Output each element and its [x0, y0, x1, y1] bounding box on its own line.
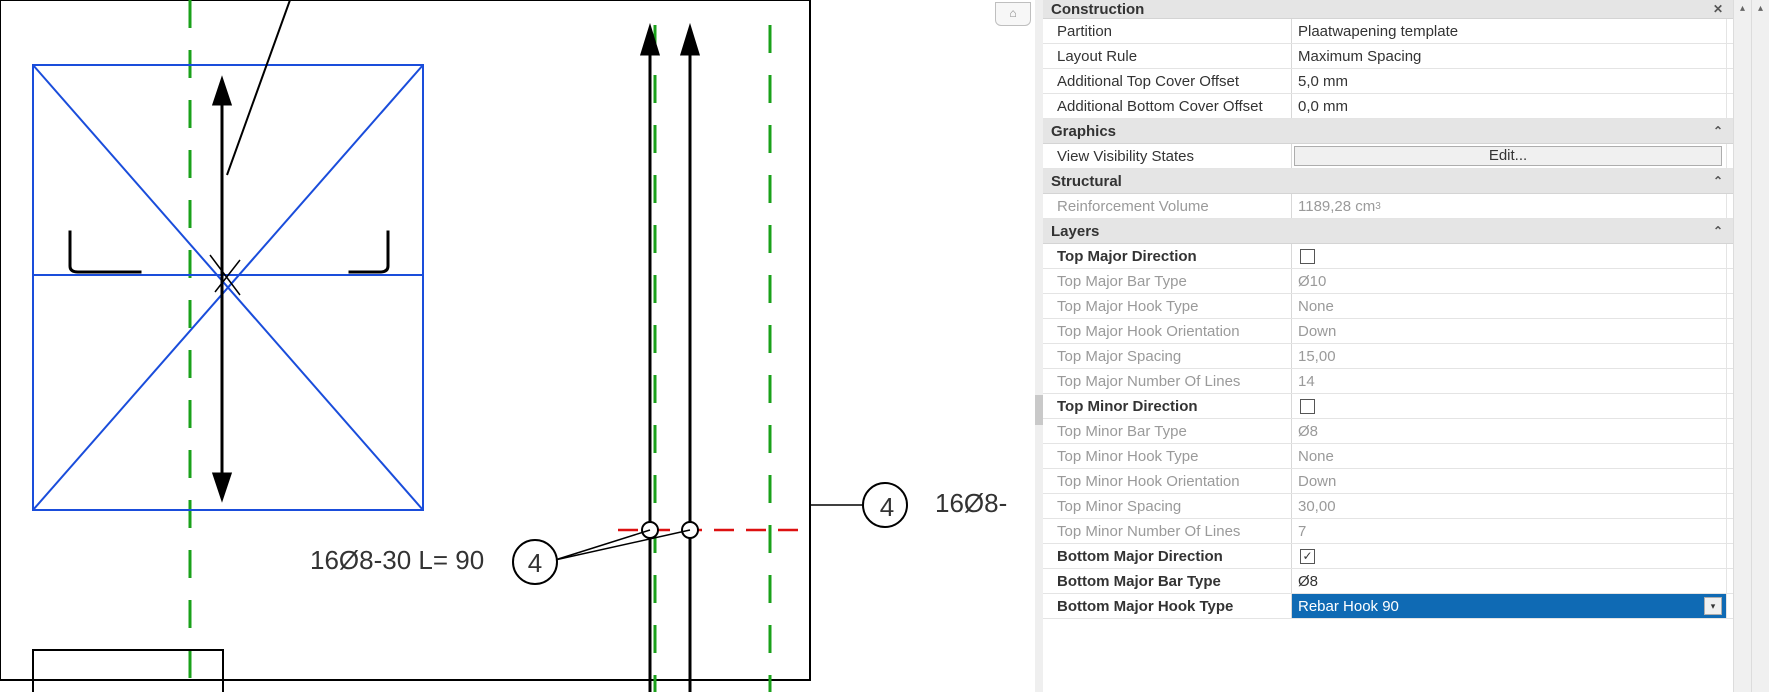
row-top-minor-hook-orientation: Top Minor Hook Orientation Down — [1043, 469, 1769, 494]
group-label: Graphics — [1051, 123, 1116, 140]
value-view-visibility: Edit... — [1292, 144, 1727, 168]
row-top-major-spacing: Top Major Spacing 15,00 — [1043, 344, 1769, 369]
label: Reinforcement Volume — [1043, 194, 1292, 218]
chevron-icon: ✕ — [1713, 2, 1723, 16]
panel-scrollbar-right-inner[interactable]: ▴ — [1733, 0, 1751, 692]
label: Additional Bottom Cover Offset — [1043, 94, 1292, 118]
row-top-major-bar-type: Top Major Bar Type Ø10 — [1043, 269, 1769, 294]
row-bottom-major-bar-type: Bottom Major Bar Type Ø8 — [1043, 569, 1769, 594]
value[interactable]: Ø10 — [1292, 269, 1727, 293]
label: Top Major Hook Orientation — [1043, 319, 1292, 343]
value[interactable]: 30,00 — [1292, 494, 1727, 518]
panel-scrollbar-left[interactable] — [1035, 0, 1043, 692]
row-top-major-hook-type: Top Major Hook Type None — [1043, 294, 1769, 319]
label: Bottom Major Direction — [1043, 544, 1292, 568]
value-partition[interactable]: Plaatwapening template — [1292, 19, 1727, 43]
group-label: Structural — [1051, 173, 1122, 190]
value[interactable]: 14 — [1292, 369, 1727, 393]
value[interactable]: Down — [1292, 319, 1727, 343]
row-top-major-direction: Top Major Direction — [1043, 244, 1769, 269]
label: Top Major Number Of Lines — [1043, 369, 1292, 393]
checkbox-unchecked[interactable] — [1300, 399, 1315, 414]
label: Layout Rule — [1043, 44, 1292, 68]
scroll-thumb[interactable] — [1035, 395, 1043, 425]
scroll-up-icon[interactable]: ▴ — [1734, 0, 1751, 18]
row-top-major-nlines: Top Major Number Of Lines 14 — [1043, 369, 1769, 394]
row-reinforcement-volume: Reinforcement Volume 1189,28 cm3 — [1043, 194, 1769, 219]
group-label: Construction — [1051, 1, 1144, 18]
value[interactable]: Down — [1292, 469, 1727, 493]
checkbox-checked[interactable]: ✓ — [1300, 549, 1315, 564]
label: Top Major Spacing — [1043, 344, 1292, 368]
group-header-construction[interactable]: Construction ✕ — [1043, 0, 1769, 19]
panel-scrollbar-right-outer[interactable]: ▴ — [1751, 0, 1769, 692]
edit-button[interactable]: Edit... — [1294, 146, 1722, 166]
value-top-major-direction[interactable] — [1292, 244, 1727, 268]
properties-panel: Construction ✕ Partition Plaatwapening t… — [1035, 0, 1769, 692]
checkbox-unchecked[interactable] — [1300, 249, 1315, 264]
value[interactable]: None — [1292, 294, 1727, 318]
label: Top Minor Direction — [1043, 394, 1292, 418]
label: Top Major Hook Type — [1043, 294, 1292, 318]
view-control-button[interactable]: ⌂ — [995, 2, 1031, 26]
group-label: Layers — [1051, 223, 1099, 240]
value[interactable]: 7 — [1292, 519, 1727, 543]
label: Bottom Major Bar Type — [1043, 569, 1292, 593]
chevron-icon: ⌃ — [1713, 174, 1723, 188]
label: Top Major Direction — [1043, 244, 1292, 268]
value[interactable]: None — [1292, 444, 1727, 468]
label: Top Minor Spacing — [1043, 494, 1292, 518]
value-add-bot-cover[interactable]: 0,0 mm — [1292, 94, 1727, 118]
value-bottom-major-hook-type[interactable]: Rebar Hook 90 ▾ — [1292, 594, 1727, 618]
label: Bottom Major Hook Type — [1043, 594, 1292, 618]
label: Additional Top Cover Offset — [1043, 69, 1292, 93]
label: Top Minor Hook Type — [1043, 444, 1292, 468]
chevron-icon: ⌃ — [1713, 224, 1723, 238]
row-view-visibility: View Visibility States Edit... — [1043, 144, 1769, 169]
row-partition: Partition Plaatwapening template — [1043, 19, 1769, 44]
row-add-top-cover: Additional Top Cover Offset 5,0 mm — [1043, 69, 1769, 94]
drawing-canvas[interactable]: 16Ø8-30 L= 90 4 4 16Ø8- ⌂ — [0, 0, 1035, 692]
row-bottom-major-direction: Bottom Major Direction ✓ — [1043, 544, 1769, 569]
label: Top Major Bar Type — [1043, 269, 1292, 293]
group-header-structural[interactable]: Structural ⌃ — [1043, 169, 1769, 194]
row-bottom-major-hook-type: Bottom Major Hook Type Rebar Hook 90 ▾ — [1043, 594, 1769, 619]
value[interactable]: 15,00 — [1292, 344, 1727, 368]
value[interactable]: Ø8 — [1292, 569, 1727, 593]
callout-bubble-a: 4 — [520, 548, 550, 579]
row-top-major-hook-orientation: Top Major Hook Orientation Down — [1043, 319, 1769, 344]
callout-bubble-b: 4 — [872, 492, 902, 523]
value-bottom-major-direction[interactable]: ✓ — [1292, 544, 1727, 568]
group-header-graphics[interactable]: Graphics ⌃ — [1043, 119, 1769, 144]
group-header-layers[interactable]: Layers ⌃ — [1043, 219, 1769, 244]
row-top-minor-nlines: Top Minor Number Of Lines 7 — [1043, 519, 1769, 544]
dropdown-icon[interactable]: ▾ — [1704, 597, 1722, 615]
value-top-minor-direction[interactable] — [1292, 394, 1727, 418]
value[interactable]: Ø8 — [1292, 419, 1727, 443]
value-reinforcement-volume: 1189,28 cm3 — [1292, 194, 1727, 218]
row-top-minor-hook-type: Top Minor Hook Type None — [1043, 444, 1769, 469]
row-top-minor-spacing: Top Minor Spacing 30,00 — [1043, 494, 1769, 519]
label: Top Minor Bar Type — [1043, 419, 1292, 443]
label: Top Minor Number Of Lines — [1043, 519, 1292, 543]
scroll-up-icon[interactable]: ▴ — [1752, 0, 1769, 18]
value-layout-rule[interactable]: Maximum Spacing — [1292, 44, 1727, 68]
label: View Visibility States — [1043, 144, 1292, 168]
label: Partition — [1043, 19, 1292, 43]
row-add-bot-cover: Additional Bottom Cover Offset 0,0 mm — [1043, 94, 1769, 119]
value-add-top-cover[interactable]: 5,0 mm — [1292, 69, 1727, 93]
row-top-minor-bar-type: Top Minor Bar Type Ø8 — [1043, 419, 1769, 444]
row-top-minor-direction: Top Minor Direction — [1043, 394, 1769, 419]
row-layout-rule: Layout Rule Maximum Spacing — [1043, 44, 1769, 69]
rebar-annotation-right: 16Ø8- — [935, 488, 1007, 519]
rebar-annotation-center: 16Ø8-30 L= 90 — [310, 545, 484, 576]
chevron-icon: ⌃ — [1713, 124, 1723, 138]
label: Top Minor Hook Orientation — [1043, 469, 1292, 493]
